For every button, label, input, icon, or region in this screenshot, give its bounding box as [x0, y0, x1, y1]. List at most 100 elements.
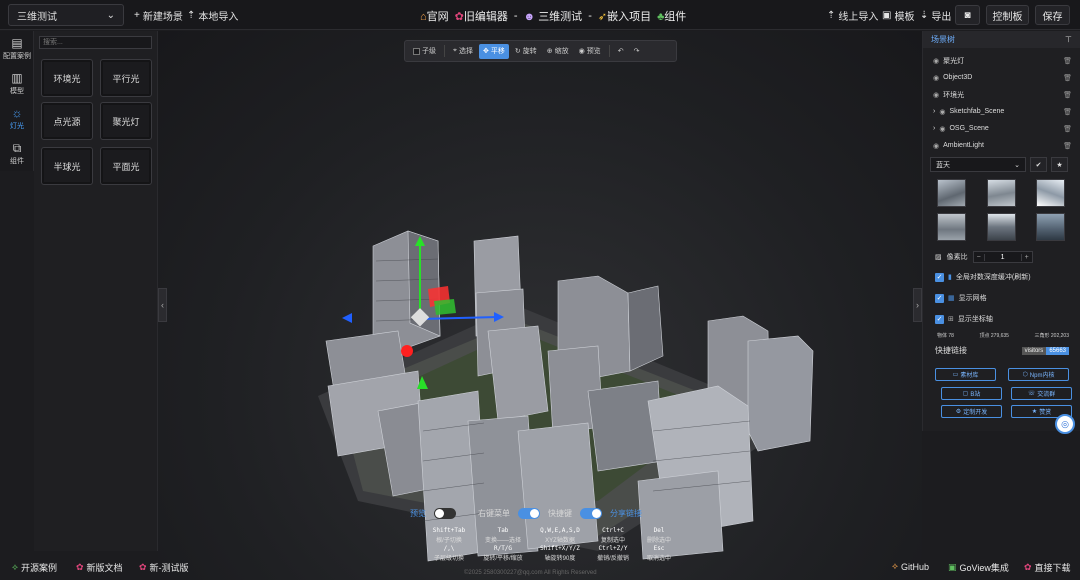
trash-icon[interactable]: 🗑: [1063, 108, 1072, 116]
rail-item-models[interactable]: ▥ 模型: [0, 66, 34, 101]
collapse-left-panel-button[interactable]: ‹: [158, 288, 167, 322]
trash-icon[interactable]: 🗑: [1063, 57, 1072, 65]
skybox-thumbnail[interactable]: [937, 213, 966, 241]
rail-item-cases[interactable]: ▤ 配置案例: [0, 31, 34, 66]
light-card-point[interactable]: 点光源: [41, 102, 93, 140]
log-depth-checkbox[interactable]: ✓ ▮ 全局对数深度缓冲(刷新): [935, 272, 1031, 282]
new-scene-button[interactable]: + 新建场景: [134, 8, 183, 23]
eye-icon[interactable]: ◉: [933, 91, 939, 99]
redo-button[interactable]: ↷: [630, 44, 644, 59]
context-menu-toggle[interactable]: [518, 508, 540, 519]
trash-icon[interactable]: 🗑: [1063, 142, 1072, 150]
light-card-directional[interactable]: 平行光: [100, 59, 152, 97]
asset-library-link[interactable]: ▭ 素材库: [935, 368, 996, 381]
scale-tool[interactable]: ⊕ 缩放: [543, 44, 573, 59]
scene-select[interactable]: 三维测试 ⌄: [8, 4, 124, 26]
local-import-button[interactable]: ⇡ 本地导入: [187, 8, 238, 23]
control-panel-button[interactable]: 控制板: [986, 5, 1029, 25]
skybox-thumbnail[interactable]: [1036, 179, 1065, 207]
light-card-hemisphere[interactable]: 半球光: [41, 147, 93, 185]
child-toggle[interactable]: 子级: [409, 44, 440, 59]
open-source-cases-link[interactable]: ⟡ 开源案例: [12, 561, 57, 574]
template-button[interactable]: ▣ 模板: [882, 8, 914, 23]
skybox-thumbnail[interactable]: [987, 179, 1016, 207]
light-card-rectarea[interactable]: 平面光: [100, 147, 152, 185]
show-grid-checkbox[interactable]: ✓ ▦ 显示网格: [935, 293, 987, 303]
eye-icon[interactable]: ◉: [939, 108, 945, 116]
trash-icon[interactable]: 🗑: [1063, 74, 1072, 82]
show-axes-checkbox[interactable]: ✓ ⊞ 显示坐标轴: [935, 314, 993, 324]
help-float-button[interactable]: ◎: [1055, 414, 1075, 434]
bilibili-link[interactable]: ▢ B站: [941, 387, 1002, 400]
shortcuts-toggle[interactable]: [580, 508, 602, 519]
plus-icon[interactable]: +: [1022, 254, 1032, 261]
tree-item[interactable]: › ◉ Sketchfab_Scene 🗑: [923, 103, 1080, 120]
pixel-ratio-stepper[interactable]: − 1 +: [972, 251, 1033, 263]
search-input[interactable]: 搜索...: [39, 36, 152, 49]
old-editor-link[interactable]: ✿旧编辑器: [455, 8, 508, 24]
export-button[interactable]: ⇣ 导出: [920, 8, 951, 23]
left-rail: ▤ 配置案例 ▥ 模型 ☼ 灯光 ⧉ 组件: [0, 31, 34, 171]
npm-link[interactable]: ⬡ Npm内核: [1008, 368, 1069, 381]
confirm-skybox-button[interactable]: ✔: [1030, 157, 1047, 172]
new-beta-link[interactable]: ✿ 新-测试版: [139, 561, 189, 574]
translate-tool[interactable]: ✥ 平移: [478, 43, 509, 59]
tree-item[interactable]: ◉ 聚光灯 🗑: [923, 52, 1080, 69]
shortcut-desc: 旋转/平移/缩放: [483, 556, 523, 562]
eye-icon[interactable]: ◉: [933, 74, 939, 82]
check-icon: ✓: [935, 314, 944, 324]
chevron-right-icon[interactable]: ›: [933, 108, 935, 115]
minus-icon[interactable]: −: [974, 254, 984, 261]
pixel-ratio-label: 像素比: [946, 254, 968, 261]
shortcut-key: Ctrl+C: [602, 527, 624, 534]
github-link[interactable]: ⟡ GitHub: [892, 561, 929, 572]
gear-icon: ⚙: [955, 409, 962, 415]
tree-item[interactable]: ◉ AmbientLight 🗑: [923, 137, 1080, 154]
undo-button[interactable]: ↶: [614, 44, 628, 59]
pixel-ratio-value[interactable]: 1: [983, 253, 1022, 261]
favorite-skybox-button[interactable]: ★: [1051, 157, 1068, 172]
share-link[interactable]: 分享链接: [610, 508, 642, 519]
direct-download-link[interactable]: ✿ 直接下载: [1024, 561, 1071, 574]
tree-item[interactable]: › ◉ OSG_Scene 🗑: [923, 120, 1080, 137]
light-card-spot[interactable]: 聚光灯: [100, 102, 152, 140]
city-scene[interactable]: [158, 31, 922, 580]
online-import-label: 线上导入: [838, 12, 879, 23]
preview-toggle[interactable]: [434, 508, 456, 519]
skybox-thumbnail[interactable]: [987, 213, 1016, 241]
case-icon: ▤: [11, 35, 23, 50]
rotate-tool[interactable]: ↻ 旋转: [511, 44, 541, 59]
rail-item-lights[interactable]: ☼ 灯光: [0, 101, 34, 136]
collapse-right-panel-button[interactable]: ›: [913, 288, 922, 322]
eye-icon[interactable]: ◉: [939, 125, 945, 133]
screenshot-button[interactable]: ◙: [955, 5, 980, 25]
tree-item[interactable]: ◉ Object3D 🗑: [923, 69, 1080, 86]
chat-group-link[interactable]: ☏ 交流群: [1011, 387, 1072, 400]
custom-dev-link[interactable]: ⚙ 定制开发: [941, 405, 1002, 418]
tree-item[interactable]: ◉ 环境光 🗑: [923, 86, 1080, 103]
embed-project-link[interactable]: ➶嵌入项目: [598, 8, 651, 24]
trash-icon[interactable]: 🗑: [1063, 91, 1072, 99]
rail-item-components[interactable]: ⧉ 组件: [0, 136, 34, 171]
shortcut-desc: 变换——选择: [484, 538, 521, 544]
components-link[interactable]: ♣组件: [657, 8, 686, 24]
eye-icon[interactable]: ◉: [933, 57, 939, 65]
skybox-thumbnail[interactable]: [1036, 213, 1065, 241]
eye-icon[interactable]: ◉: [933, 142, 939, 150]
skybox-thumbnail[interactable]: [937, 179, 966, 207]
goview-link[interactable]: ▣ GoView集成: [948, 561, 1009, 574]
select-tool[interactable]: ⌖ 选择: [449, 44, 477, 59]
trash-icon[interactable]: 🗑: [1063, 125, 1072, 133]
skybox-select[interactable]: 蓝天 ⌄: [930, 157, 1026, 172]
upload-icon: ⇡: [187, 10, 196, 21]
save-button[interactable]: 保存: [1035, 5, 1070, 25]
3d-viewport[interactable]: 子级 ⌖ 选择 ✥ 平移 ↻ 旋转 ⊕ 缩放 ◉ 预览 ↶ ↷ ‹ › 预览 右键菜单 快…: [158, 31, 922, 580]
chevron-right-icon[interactable]: ›: [933, 125, 935, 132]
new-docs-link[interactable]: ✿ 新版文档: [76, 561, 123, 574]
light-card-ambient[interactable]: 环境光: [41, 59, 93, 97]
official-site-link[interactable]: ⌂官网: [420, 8, 449, 24]
pin-icon[interactable]: ⊤: [1065, 35, 1072, 44]
online-import-button[interactable]: ⇡ 线上导入: [827, 8, 878, 23]
preview-tool[interactable]: ◉ 预览: [575, 44, 605, 59]
light-library-panel: 搜索... 环境光 平行光 点光源 聚光灯 半球光 平面光: [34, 31, 158, 551]
